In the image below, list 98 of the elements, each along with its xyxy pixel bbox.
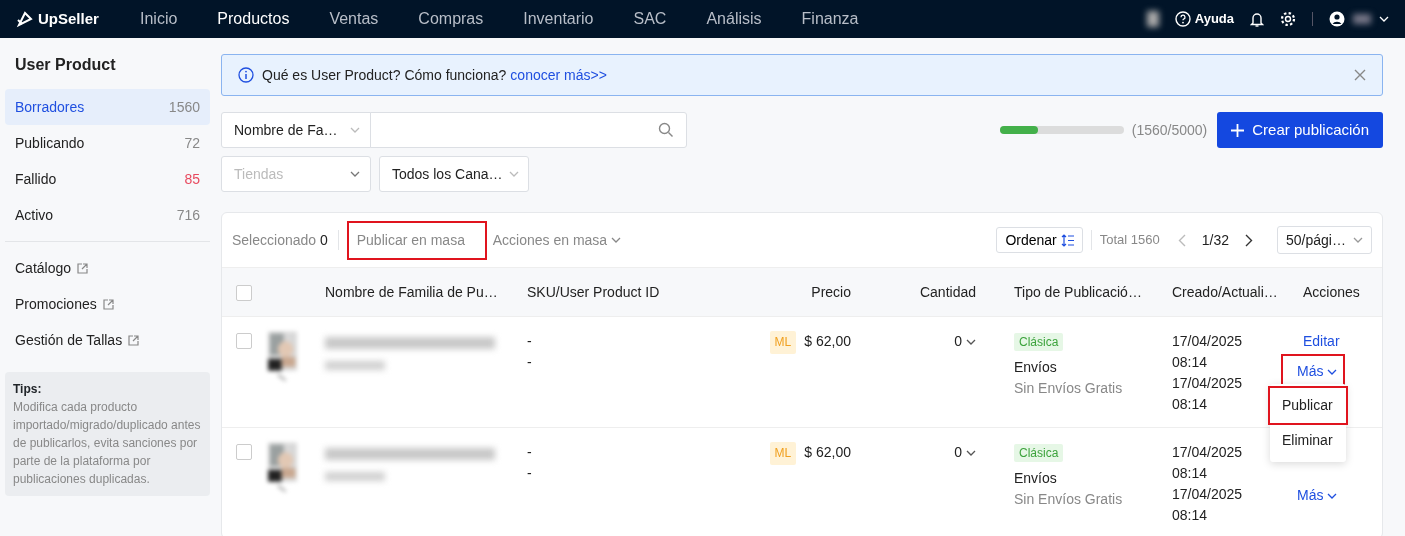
chevron-down-icon	[1327, 492, 1338, 499]
menu-item[interactable]: Eliminar	[1270, 423, 1346, 458]
logo-icon	[16, 10, 34, 28]
redacted-product-code	[325, 361, 385, 370]
nav-tab[interactable]: Compras	[398, 7, 504, 31]
edit-link[interactable]: Editar	[1303, 331, 1340, 352]
external-link-icon[interactable]	[102, 298, 114, 310]
sort-button[interactable]: Ordenar	[996, 227, 1083, 253]
sidebar-item[interactable]: Fallido 85	[5, 161, 210, 197]
more-dropdown[interactable]: Más	[1283, 356, 1344, 387]
column-header: Cantidad	[918, 282, 977, 302]
shipping-note: Sin Envíos Gratis	[1014, 379, 1124, 398]
selected-count: Seleccionado 0	[232, 230, 328, 250]
logo-text: UpSeller	[38, 8, 99, 29]
info-icon	[238, 67, 254, 83]
nav-tab[interactable]: SAC	[613, 7, 687, 31]
user-name-redacted	[1353, 14, 1371, 24]
column-header: Nombre de Familia de Pu…	[324, 282, 499, 302]
tips-text: Modifica cada producto importado/migrado/duplicado antes de publicarlos, evita sanciones por parte de la plataforma por publicaciones duplicadas.	[13, 399, 202, 488]
chevron-down-icon	[350, 127, 360, 133]
column-header: Acciones	[1302, 282, 1361, 302]
chevron-down-icon	[966, 338, 976, 345]
quantity-dropdown[interactable]: 0	[954, 442, 976, 463]
chevron-down-icon	[508, 171, 519, 177]
page-indicator: 1/32	[1201, 230, 1229, 250]
nav-tab[interactable]: Ventas	[309, 7, 399, 31]
external-link-icon[interactable]	[128, 334, 140, 346]
sku-value: -	[527, 332, 533, 351]
help-icon[interactable]	[1174, 11, 1191, 27]
chevron-down-icon	[1327, 368, 1338, 375]
column-header: SKU/User Product ID	[526, 282, 661, 302]
column-header: Precio	[810, 282, 852, 302]
nav-tab[interactable]: Análisis	[686, 7, 782, 31]
chevron-down-icon	[611, 237, 622, 243]
date-time: 17/04/2025 08:14	[1172, 485, 1244, 525]
sku-value: -	[527, 464, 533, 483]
sku-value: -	[527, 443, 533, 462]
avatar-image	[1146, 11, 1159, 27]
sidebar-title: User Product	[14, 55, 117, 75]
date-time: 17/04/2025 08:14	[1172, 443, 1244, 483]
column-header: Creado/Actuali…	[1171, 282, 1279, 302]
search-type-select[interactable]: Nombre de Fa…	[221, 112, 371, 148]
learn-more-link[interactable]: conocer más>>	[510, 64, 607, 86]
search-field[interactable]	[370, 112, 687, 148]
total-count: Total 1560	[1099, 231, 1160, 250]
chevron-left-icon[interactable]	[1177, 233, 1186, 247]
row-checkbox[interactable]	[236, 333, 252, 349]
nav-tab[interactable]: Inicio	[120, 7, 198, 31]
price-value: $ 62,00	[804, 332, 851, 351]
help-link[interactable]: Ayuda	[1194, 9, 1234, 29]
sidebar-item[interactable]: Borradores 1560	[5, 89, 210, 125]
page-size-select[interactable]: 50/pági…	[1277, 226, 1372, 254]
create-listing-button[interactable]: Crear publicación	[1217, 112, 1383, 148]
nav-tab[interactable]: Finanza	[781, 7, 879, 31]
listing-type-tag: Clásica	[1014, 444, 1064, 462]
date-time: 17/04/2025 08:14	[1172, 374, 1244, 414]
user-icon[interactable]	[1329, 11, 1345, 27]
more-dropdown[interactable]: Más	[1283, 480, 1344, 511]
search-icon[interactable]	[658, 122, 674, 138]
row-checkbox[interactable]	[236, 444, 252, 460]
shipping-text: Envíos	[1014, 469, 1058, 488]
chevron-down-icon	[350, 171, 360, 177]
channel-tag: ML	[769, 331, 797, 354]
menu-item[interactable]: Publicar	[1270, 388, 1346, 423]
date-time: 17/04/2025 08:14	[1172, 332, 1244, 372]
column-header: Tipo de Publicació…	[1013, 282, 1143, 302]
sku-value: -	[527, 353, 533, 372]
sidebar-link[interactable]: Gestión de Tallas	[15, 329, 123, 351]
chevron-down-icon	[1353, 237, 1363, 243]
sidebar-link[interactable]: Catálogo	[15, 257, 72, 279]
redacted-product-code	[325, 472, 385, 481]
shipping-text: Envíos	[1014, 358, 1058, 377]
shipping-note: Sin Envíos Gratis	[1014, 490, 1124, 509]
chevron-down-icon	[1379, 16, 1389, 22]
bell-icon[interactable]	[1250, 11, 1264, 27]
nav-tab[interactable]: Productos	[197, 7, 310, 31]
quota-text: (1560/5000)	[1131, 120, 1208, 140]
sidebar-link[interactable]: Promociones	[15, 293, 97, 315]
close-icon[interactable]	[1354, 69, 1366, 81]
bulk-actions-dropdown[interactable]: Acciones en masa	[492, 229, 622, 251]
price-value: $ 62,00	[804, 443, 851, 462]
tips-title: Tips:	[13, 381, 43, 398]
chevron-right-icon[interactable]	[1245, 233, 1253, 247]
banner-text: Qué es User Product? Cómo funciona?	[262, 65, 507, 85]
plus-icon	[1231, 123, 1245, 137]
sidebar-item[interactable]: Publicando 72	[5, 125, 210, 161]
settings-icon[interactable]	[1280, 11, 1296, 27]
external-link-icon[interactable]	[77, 262, 89, 274]
sidebar-item[interactable]: Activo 716	[5, 197, 210, 233]
channel-tag: ML	[769, 442, 797, 465]
channel-select[interactable]: Todos los Cana…	[379, 156, 529, 192]
chevron-down-icon	[966, 449, 976, 456]
sort-icon	[1060, 233, 1074, 247]
select-all-checkbox[interactable]	[236, 284, 252, 301]
nav-tab[interactable]: Inventario	[503, 7, 614, 31]
bulk-publish-button[interactable]: Publicar en masa	[348, 222, 485, 258]
listing-type-tag: Clásica	[1014, 333, 1064, 351]
quantity-dropdown[interactable]: 0	[954, 331, 976, 352]
